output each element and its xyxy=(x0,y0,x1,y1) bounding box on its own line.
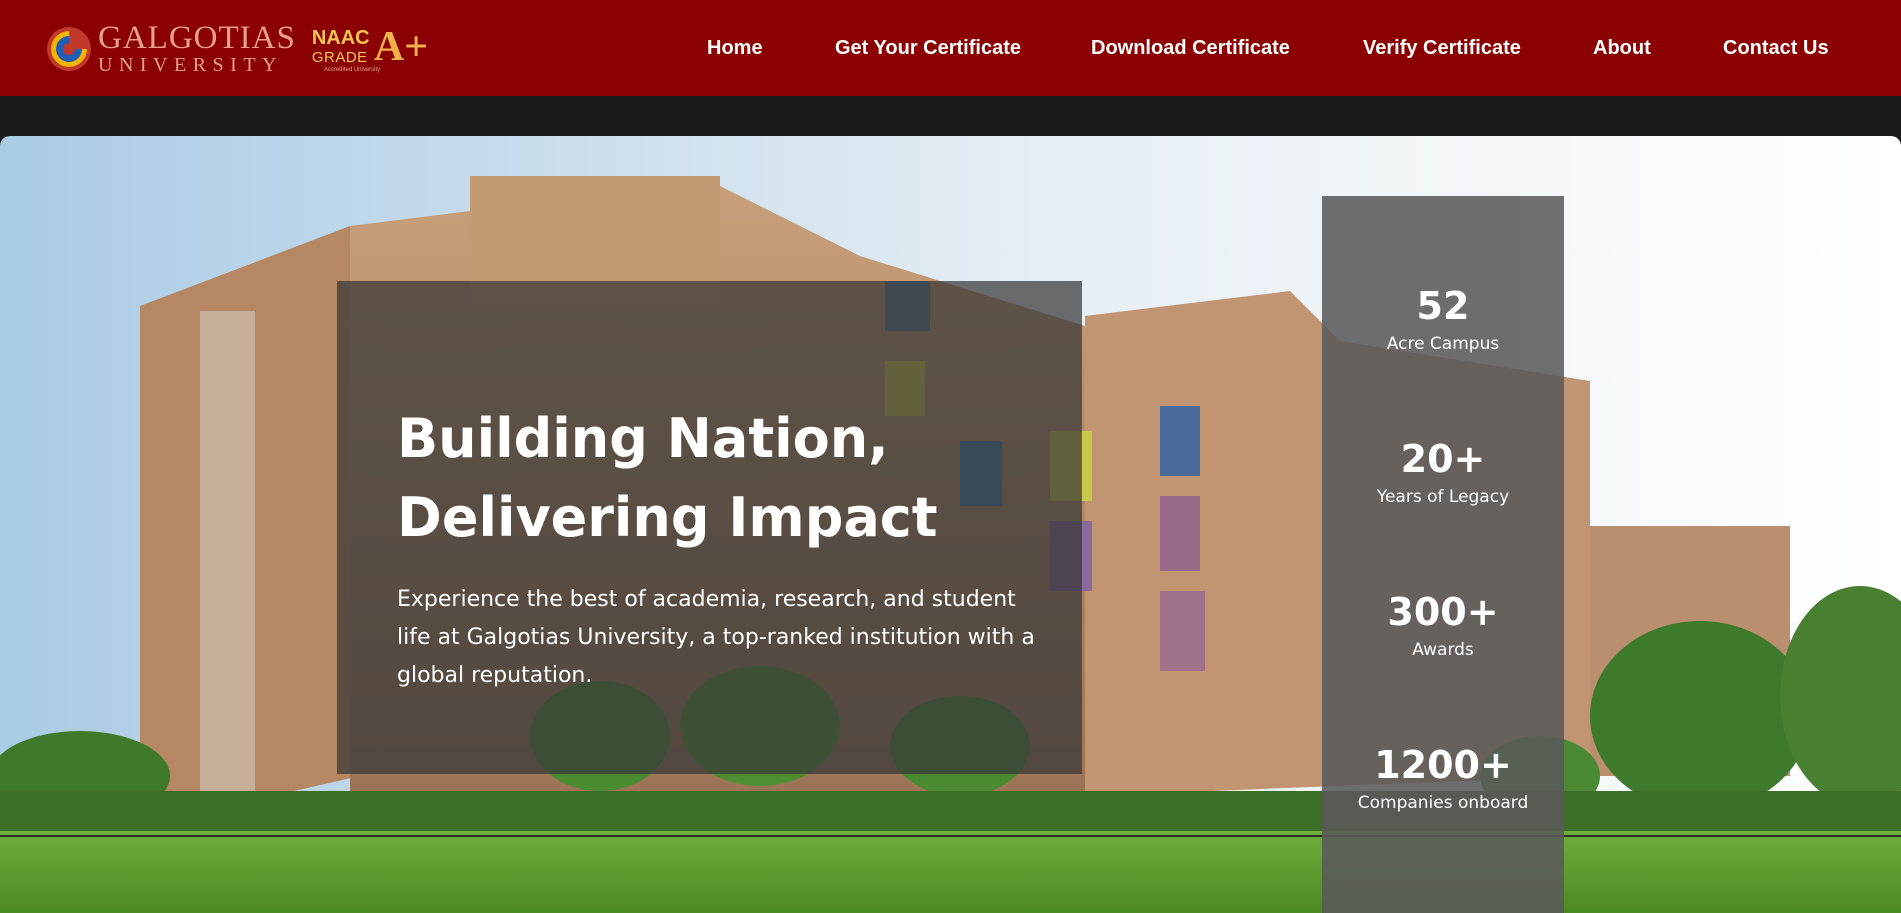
stat-label: Awards xyxy=(1412,640,1474,660)
naac-grade-value: A+ xyxy=(373,23,429,70)
stat-item: 1200+ Companies onboard xyxy=(1322,743,1564,815)
brand[interactable]: GALGOTIAS UNIVERSITY NAAC GRADE A+ Accre… xyxy=(44,20,428,76)
stat-item: 300+ Awards xyxy=(1322,590,1564,662)
stat-label: Companies onboard xyxy=(1357,793,1529,813)
stat-label: Years of Legacy xyxy=(1376,487,1510,507)
stat-value: 20+ xyxy=(1400,437,1486,481)
university-wordmark: GALGOTIAS UNIVERSITY xyxy=(98,20,296,76)
stat-value: 300+ xyxy=(1387,590,1499,634)
stats-panel: 52 Acre Campus 20+ Years of Legacy 300+ … xyxy=(1322,196,1564,913)
naac-label: NAAC xyxy=(311,26,370,49)
hero-heading-line1: Building Nation, xyxy=(397,407,889,470)
hero-section: Building Nation, Delivering Impact Exper… xyxy=(0,136,1901,913)
hero-heading-line2: Delivering Impact xyxy=(397,486,938,549)
hero-text-card: Building Nation, Delivering Impact Exper… xyxy=(337,281,1082,774)
stat-value: 52 xyxy=(1416,284,1470,328)
nav-contact-us[interactable]: Contact Us xyxy=(1723,37,1829,60)
nav-get-certificate[interactable]: Get Your Certificate xyxy=(835,37,1021,60)
stat-value: 1200+ xyxy=(1374,743,1512,787)
nav-verify-certificate[interactable]: Verify Certificate xyxy=(1363,37,1521,60)
hero-description: Experience the best of academia, researc… xyxy=(397,587,1035,688)
wordmark-line2: UNIVERSITY xyxy=(98,54,283,76)
stat-item: 52 Acre Campus xyxy=(1322,284,1564,356)
nav-about[interactable]: About xyxy=(1593,37,1651,60)
stat-item: 20+ Years of Legacy xyxy=(1322,437,1564,509)
stat-label: Acre Campus xyxy=(1386,334,1500,354)
wordmark-line1: GALGOTIAS xyxy=(98,20,296,56)
hero-heading: Building Nation, Delivering Impact xyxy=(397,399,1037,557)
naac-caption: Accredited University xyxy=(323,66,381,73)
nav-home[interactable]: Home xyxy=(707,37,763,60)
top-navbar: GALGOTIAS UNIVERSITY NAAC GRADE A+ Accre… xyxy=(0,0,1901,96)
nav-download-certificate[interactable]: Download Certificate xyxy=(1091,37,1290,60)
naac-badge: NAAC GRADE A+ Accredited University xyxy=(311,24,428,73)
naac-grade-label: GRADE xyxy=(311,48,368,66)
galgotias-logo-icon xyxy=(47,26,91,71)
